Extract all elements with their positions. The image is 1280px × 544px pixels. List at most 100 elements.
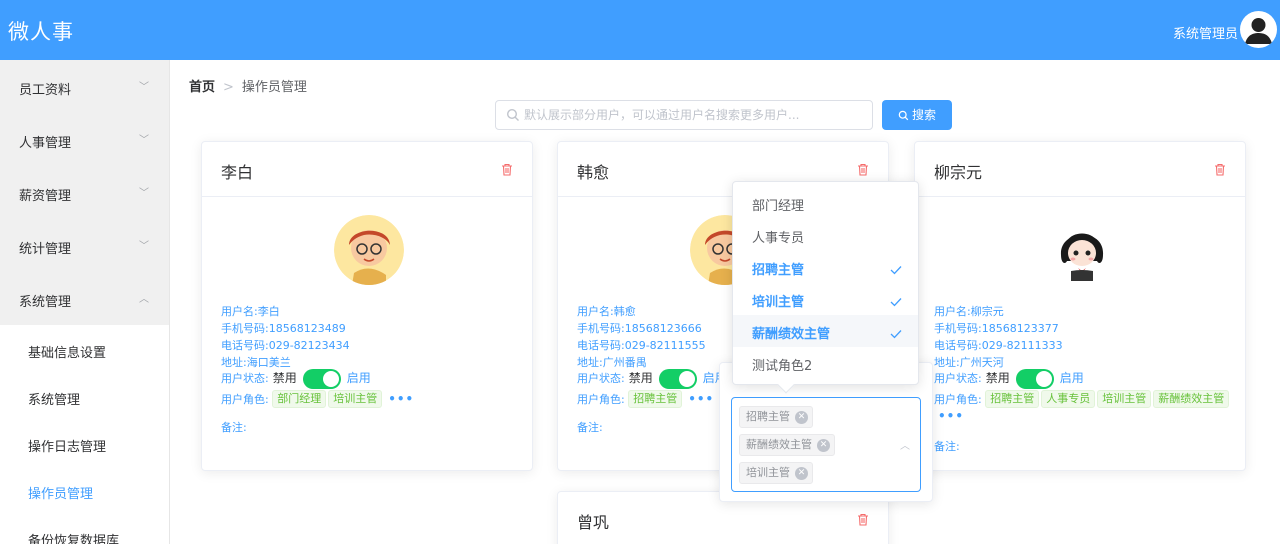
note-label: 备注: bbox=[934, 440, 960, 453]
card-header: 柳宗元 bbox=[915, 142, 1245, 197]
role-dropdown: 部门经理 人事专员 招聘主管 培训主管 薪酬绩效主管 测试角色2 bbox=[732, 181, 919, 385]
address-value: 广州天河 bbox=[959, 356, 1004, 369]
delete-trash-icon[interactable] bbox=[1214, 161, 1226, 180]
phone-prefix: 手机号码: bbox=[221, 322, 269, 335]
breadcrumb-home[interactable]: 首页 bbox=[189, 80, 215, 95]
chevron-up-icon: ︿ bbox=[139, 294, 149, 305]
role-tag: 招聘主管 bbox=[985, 390, 1040, 408]
note-label: 备注: bbox=[577, 421, 603, 434]
chevron-up-icon[interactable]: ︿ bbox=[900, 437, 910, 452]
sidebar-item-label: 系统管理 bbox=[28, 393, 81, 408]
status-row: 用户状态: 禁用 启用 bbox=[577, 369, 727, 389]
more-roles-button[interactable]: ••• bbox=[938, 409, 964, 423]
sidebar-group-label: 系统管理 bbox=[19, 295, 72, 310]
status-toggle[interactable] bbox=[658, 369, 697, 389]
role-tag: 人事专员 bbox=[1041, 390, 1096, 408]
close-icon[interactable]: ✕ bbox=[795, 411, 808, 424]
status-off-label: 禁用 bbox=[272, 371, 297, 385]
breadcrumb: 首页 > 操作员管理 bbox=[189, 76, 307, 95]
dropdown-option[interactable]: 人事专员 bbox=[733, 219, 918, 251]
admin-avatar[interactable] bbox=[1240, 11, 1277, 48]
dropdown-option-label: 薪酬绩效主管 bbox=[752, 327, 831, 342]
check-icon bbox=[890, 260, 902, 279]
close-icon[interactable]: ✕ bbox=[795, 467, 808, 480]
search-button-label: 搜索 bbox=[911, 108, 936, 122]
roles-row: 用户角色: 部门经理 培训主管 ••• bbox=[221, 389, 414, 409]
admin-name[interactable]: 系统管理员 bbox=[1173, 23, 1238, 42]
sidebar-item-op-log[interactable]: 操作日志管理 bbox=[0, 419, 169, 466]
chevron-down-icon: ﹀ bbox=[139, 188, 149, 199]
selected-role-tag: 培训主管 ✕ bbox=[739, 462, 813, 484]
more-roles-button[interactable]: ••• bbox=[388, 392, 414, 406]
delete-trash-icon[interactable] bbox=[857, 161, 869, 180]
sidebar-group-salary[interactable]: 薪资管理 ﹀ bbox=[0, 166, 169, 219]
phone-value: 18568123666 bbox=[624, 322, 702, 335]
search-icon bbox=[898, 110, 909, 124]
username-line: 用户名:柳宗元 bbox=[934, 303, 1004, 319]
sidebar-item-backup[interactable]: 备份恢复数据库 bbox=[0, 513, 169, 544]
delete-trash-icon[interactable] bbox=[501, 161, 513, 180]
search-button[interactable]: 搜索 bbox=[882, 100, 952, 130]
sidebar-group-employee[interactable]: 员工资料 ﹀ bbox=[0, 60, 169, 113]
sidebar-group-system[interactable]: 系统管理 ︿ bbox=[0, 272, 169, 325]
tel-line: 电话号码:029-82111333 bbox=[934, 337, 1063, 353]
username-line: 用户名:李白 bbox=[221, 303, 280, 319]
address-prefix: 地址: bbox=[577, 356, 603, 369]
sidebar-group-label: 员工资料 bbox=[19, 83, 72, 98]
status-toggle[interactable] bbox=[302, 369, 341, 389]
more-roles-button[interactable]: ••• bbox=[688, 392, 714, 406]
delete-trash-icon[interactable] bbox=[857, 511, 869, 530]
dropdown-option[interactable]: 培训主管 bbox=[733, 283, 918, 315]
status-toggle[interactable] bbox=[1015, 369, 1054, 389]
sidebar-group-label: 薪资管理 bbox=[19, 189, 72, 204]
username-line: 用户名:韩愈 bbox=[577, 303, 636, 319]
search-input[interactable] bbox=[524, 101, 864, 129]
dropdown-option[interactable]: 招聘主管 bbox=[733, 251, 918, 283]
roles-label: 用户角色: bbox=[221, 393, 269, 406]
sidebar-item-basic-info[interactable]: 基础信息设置 bbox=[0, 325, 169, 372]
chevron-down-icon: ﹀ bbox=[139, 241, 149, 252]
dropdown-option[interactable]: 薪酬绩效主管 bbox=[733, 315, 918, 347]
dropdown-option-label: 培训主管 bbox=[752, 295, 805, 310]
dropdown-option-label: 招聘主管 bbox=[752, 263, 805, 278]
selected-role-tag: 薪酬绩效主管 ✕ bbox=[739, 434, 835, 456]
sidebar: 员工资料 ﹀ 人事管理 ﹀ 薪资管理 ﹀ 统计管理 ﹀ 系统管理 ︿ 基础信息设… bbox=[0, 60, 170, 544]
roles-label: 用户角色: bbox=[934, 393, 982, 406]
role-tag: 招聘主管 bbox=[628, 390, 683, 408]
operator-name: 李白 bbox=[221, 163, 254, 182]
card-header: 李白 bbox=[202, 142, 532, 197]
sidebar-item-label: 操作员管理 bbox=[28, 487, 94, 502]
dropdown-option[interactable]: 测试角色2 bbox=[733, 347, 918, 379]
role-tag: 培训主管 bbox=[1097, 390, 1152, 408]
status-label: 用户状态: bbox=[577, 372, 625, 385]
role-tag: 部门经理 bbox=[272, 390, 327, 408]
sidebar-group-hr[interactable]: 人事管理 ﹀ bbox=[0, 113, 169, 166]
user-avatar-icon bbox=[1245, 18, 1272, 44]
address-value: 广州番禺 bbox=[602, 356, 647, 369]
dropdown-option-label: 部门经理 bbox=[752, 199, 805, 214]
roles-row: 用户角色: 招聘主管 人事专员 培训主管 薪酬绩效主管 ••• bbox=[934, 389, 1234, 423]
operator-avatar bbox=[334, 215, 404, 285]
username-prefix: 用户名: bbox=[577, 305, 614, 318]
role-multi-select[interactable]: 招聘主管 ✕ 薪酬绩效主管 ✕ 培训主管 ✕ ︿ bbox=[731, 397, 921, 492]
sidebar-group-label: 统计管理 bbox=[19, 242, 72, 257]
search-box bbox=[495, 100, 873, 130]
app-title: 微人事 bbox=[8, 20, 74, 44]
selected-role-label: 薪酬绩效主管 bbox=[746, 438, 812, 451]
status-off-label: 禁用 bbox=[985, 371, 1010, 385]
close-icon[interactable]: ✕ bbox=[817, 439, 830, 452]
dropdown-option[interactable]: 部门经理 bbox=[733, 187, 918, 219]
phone-prefix: 手机号码: bbox=[577, 322, 625, 335]
phone-prefix: 手机号码: bbox=[934, 322, 982, 335]
address-value: 海口美兰 bbox=[246, 356, 291, 369]
dropdown-option-label: 人事专员 bbox=[752, 231, 805, 246]
role-tag: 培训主管 bbox=[328, 390, 383, 408]
phone-value: 18568123489 bbox=[268, 322, 346, 335]
sidebar-item-system[interactable]: 系统管理 bbox=[0, 372, 169, 419]
username-prefix: 用户名: bbox=[221, 305, 258, 318]
address-line: 地址:海口美兰 bbox=[221, 354, 291, 370]
username-value: 韩愈 bbox=[613, 305, 636, 318]
sidebar-group-stats[interactable]: 统计管理 ﹀ bbox=[0, 219, 169, 272]
sidebar-item-operators[interactable]: 操作员管理 bbox=[0, 466, 169, 513]
username-value: 李白 bbox=[257, 305, 280, 318]
